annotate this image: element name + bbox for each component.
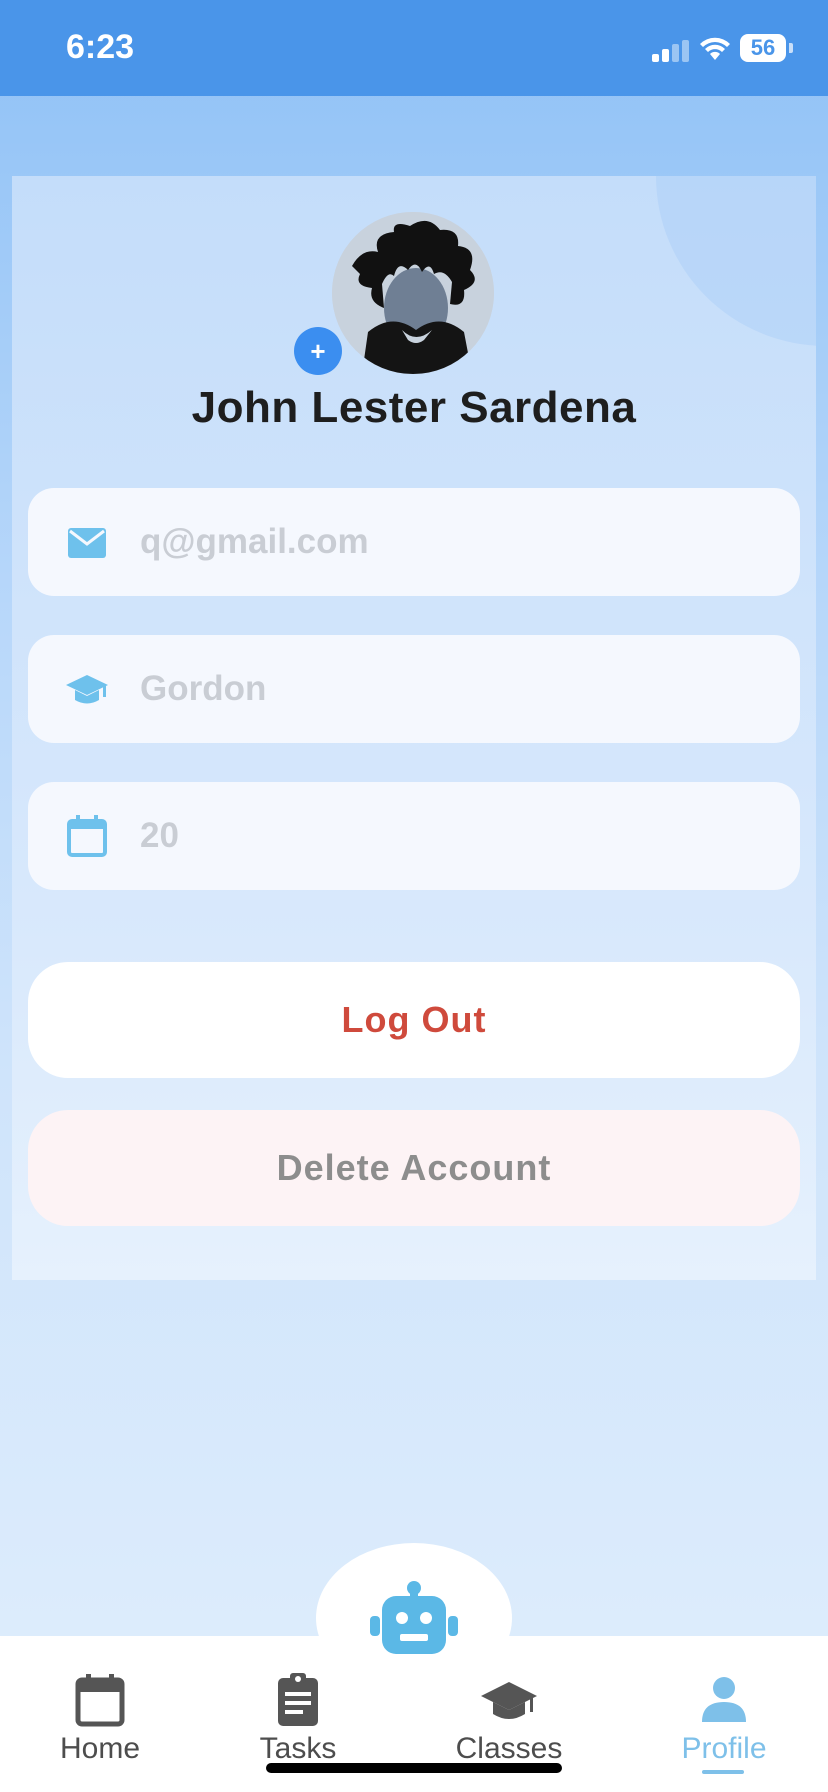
nav-label-tasks: Tasks [259,1732,337,1765]
signal-icon [652,40,689,62]
nav-label-classes: Classes [455,1732,563,1765]
delete-account-button[interactable]: Delete Account [28,1110,800,1226]
nav-item-home[interactable]: Home [10,1660,190,1780]
avatar[interactable] [332,212,494,374]
active-tab-indicator [702,1770,744,1774]
status-bar: 6:23 56 [0,0,828,96]
nav-item-profile[interactable]: Profile [634,1660,814,1780]
battery-tip [789,43,793,53]
email-input[interactable] [140,518,760,566]
nav-label-profile: Profile [681,1732,767,1765]
nav-item-classes[interactable]: Classes [419,1660,599,1780]
card-decoration [656,176,816,346]
nav-label-home: Home [59,1732,141,1765]
calendar-icon [67,815,107,857]
email-field[interactable] [28,488,800,596]
age-input[interactable] [140,812,760,860]
graduation-cap-icon [66,675,108,704]
profile-name: John Lester Sardena [191,383,637,432]
graduation-cap-icon [481,1682,537,1719]
avatar-illustration [332,212,494,374]
status-time: 6:23 [66,28,135,66]
home-indicator [266,1763,562,1773]
logout-button[interactable]: Log Out [28,962,800,1078]
wifi-icon [700,37,730,60]
add-photo-button[interactable]: + [294,327,342,375]
school-input[interactable] [140,665,760,713]
mail-icon [68,528,106,558]
calendar-icon [75,1674,125,1727]
nav-item-tasks[interactable]: Tasks [208,1660,388,1780]
school-field[interactable] [28,635,800,743]
battery-indicator: 56 [740,34,786,62]
robot-icon[interactable] [370,1580,458,1656]
clipboard-icon [278,1673,318,1726]
person-icon [702,1677,746,1722]
age-field[interactable] [28,782,800,890]
